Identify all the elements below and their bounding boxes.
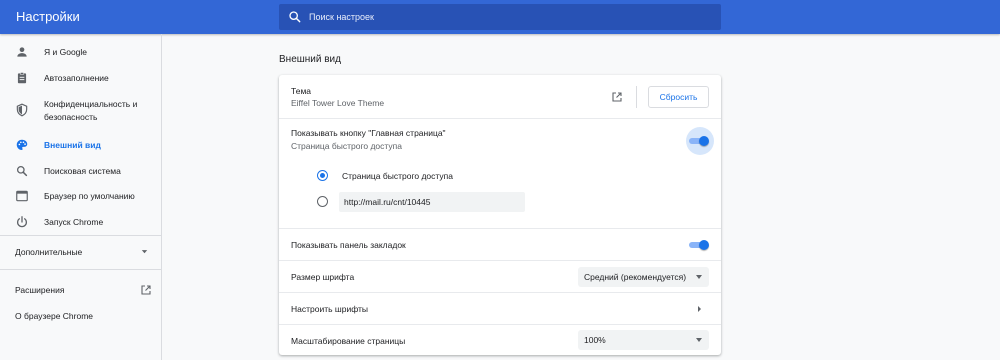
sidebar-item-label: Поисковая система <box>44 166 121 176</box>
sidebar-item-search-engine[interactable]: Поисковая система <box>0 161 162 181</box>
radio-label-ntp: Страница быстрого доступа <box>342 171 453 181</box>
sidebar-item-label: Браузер по умолчанию <box>44 191 135 201</box>
sidebar-item-label: Конфиденциальность и <box>44 99 138 109</box>
sidebar-item-about-chrome[interactable]: О браузере Chrome <box>0 306 162 326</box>
row-divider <box>279 292 721 293</box>
sidebar-item-label: Внешний вид <box>44 140 101 150</box>
browser-icon <box>16 190 28 202</box>
bookmarks-bar-label: Показывать панель закладок <box>291 240 406 250</box>
customize-fonts-label: Настроить шрифты <box>291 304 368 314</box>
page-zoom-value: 100% <box>584 335 606 345</box>
font-size-value: Средний (рекомендуется) <box>584 272 687 282</box>
sidebar-item-on-startup[interactable]: Запуск Chrome <box>0 212 162 232</box>
section-title: Внешний вид <box>279 54 341 65</box>
sidebar-item-extensions[interactable]: Расширения <box>0 280 162 300</box>
extensions-label: Расширения <box>15 285 65 295</box>
about-label: О браузере Chrome <box>15 311 94 321</box>
sidebar-divider <box>0 235 162 236</box>
sidebar-item-privacy[interactable]: Конфиденциальность и безопасность <box>0 94 162 126</box>
sidebar-item-label: Запуск Chrome <box>44 217 104 227</box>
sidebar: Я и Google Автозаполнение Конфиденциальн… <box>0 34 162 360</box>
font-size-select[interactable]: Средний (рекомендуется) <box>578 267 709 287</box>
search-box[interactable] <box>279 4 721 30</box>
bookmarks-bar-toggle[interactable] <box>689 239 709 251</box>
radio-button-ntp[interactable] <box>317 170 328 181</box>
page-zoom-select[interactable]: 100% <box>578 330 709 350</box>
row-divider <box>279 324 721 325</box>
sidebar-item-advanced[interactable]: Дополнительные <box>0 242 162 262</box>
page-title: Настройки <box>16 9 80 24</box>
sidebar-item-label: Автозаполнение <box>44 73 109 83</box>
chevron-right-icon <box>698 306 701 312</box>
advanced-label: Дополнительные <box>15 247 83 257</box>
radio-button-custom-url[interactable] <box>317 196 328 207</box>
row-divider <box>279 260 721 261</box>
custom-url-input[interactable] <box>339 192 525 212</box>
home-button-label: Показывать кнопку "Главная страница" <box>291 128 446 138</box>
caret-down-icon <box>141 250 148 254</box>
search-icon <box>289 11 301 23</box>
sidebar-item-default-browser[interactable]: Браузер по умолчанию <box>0 186 162 206</box>
appearance-card: Тема Eiffel Tower Love Theme Сбросить По… <box>279 75 721 355</box>
sidebar-item-label: Я и Google <box>44 47 88 57</box>
search-icon <box>16 165 28 177</box>
font-size-label: Размер шрифта <box>291 272 355 282</box>
row-divider <box>279 118 721 119</box>
person-icon <box>17 47 27 57</box>
sidebar-item-you-and-google[interactable]: Я и Google <box>0 42 162 62</box>
dropdown-arrow-icon <box>696 275 702 279</box>
palette-icon <box>16 139 28 150</box>
sidebar-item-autofill[interactable]: Автозаполнение <box>0 68 162 88</box>
open-in-new-icon <box>141 285 151 295</box>
dropdown-arrow-icon <box>696 338 702 342</box>
row-divider <box>279 228 721 229</box>
toggle-knob <box>699 136 709 146</box>
home-button-toggle[interactable] <box>689 135 709 147</box>
toggle-knob <box>699 240 709 250</box>
vertical-separator <box>636 86 637 108</box>
shield-icon <box>16 103 28 117</box>
reset-theme-button[interactable]: Сбросить <box>648 86 709 108</box>
power-icon <box>17 216 27 228</box>
search-input[interactable] <box>309 4 709 30</box>
theme-label: Тема <box>291 86 312 96</box>
clipboard-icon <box>17 72 27 84</box>
sidebar-item-appearance[interactable]: Внешний вид <box>0 135 162 155</box>
home-button-sublabel: Страница быстрого доступа <box>291 141 402 151</box>
sidebar-divider <box>0 269 162 270</box>
sidebar-item-label-line2: безопасность <box>44 112 98 122</box>
open-in-new-icon[interactable] <box>611 91 623 103</box>
top-bar: Настройки <box>0 0 1000 34</box>
page-zoom-label: Масштабирование страницы <box>291 336 406 346</box>
theme-value: Eiffel Tower Love Theme <box>291 98 385 108</box>
